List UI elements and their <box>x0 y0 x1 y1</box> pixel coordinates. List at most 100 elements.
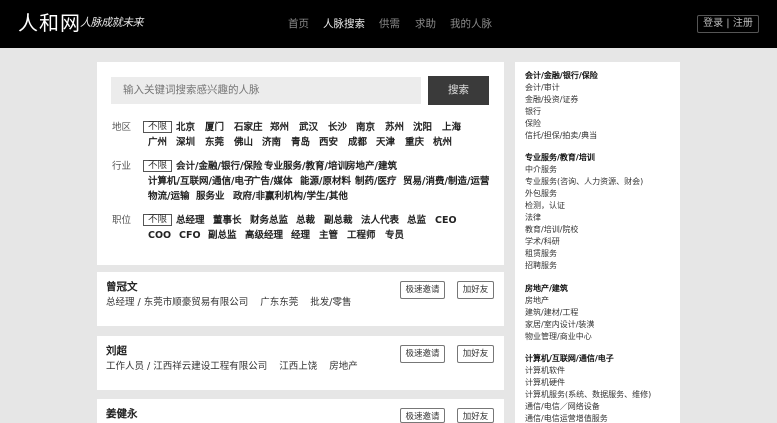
site-logo[interactable]: 人和网 <box>18 11 81 35</box>
sidebar-category-item[interactable]: 计算机服务(系统、数据服务、维修) <box>525 389 651 401</box>
sidebar-category-item[interactable]: 物业管理/商业中心 <box>525 331 592 343</box>
region-option[interactable]: 上海 <box>442 122 461 134</box>
position-option[interactable]: 财务总监 <box>250 215 288 227</box>
region-option[interactable]: 北京 <box>176 122 195 134</box>
region-option[interactable]: 天津 <box>376 137 395 149</box>
add-friend-button[interactable]: 加好友 <box>457 408 494 423</box>
sidebar-category-item[interactable]: 中介服务 <box>525 164 557 176</box>
nav-home[interactable]: 首页 <box>288 17 309 31</box>
sidebar-category-item[interactable]: 专业服务(咨询、人力资源、财会) <box>525 176 643 188</box>
position-option[interactable]: 副总监 <box>208 230 237 242</box>
position-filter-label: 职位 <box>112 215 132 226</box>
position-option[interactable]: CFO <box>179 230 201 242</box>
sidebar-category-item[interactable]: 信托/担保/拍卖/典当 <box>525 130 597 142</box>
region-option[interactable]: 郑州 <box>270 122 289 134</box>
sidebar-category-item[interactable]: 检测，认证 <box>525 200 565 212</box>
sidebar-category-item[interactable]: 计算机硬件 <box>525 377 565 389</box>
sidebar-category-item[interactable]: 租赁服务 <box>525 248 557 260</box>
person-name[interactable]: 刘超 <box>106 345 127 358</box>
industry-option[interactable]: 能源/原材料 <box>300 176 351 188</box>
nav-my-contacts[interactable]: 我的人脉 <box>450 17 492 31</box>
sidebar-category-title[interactable]: 专业服务/教育/培训 <box>525 152 595 164</box>
quick-invite-button[interactable]: 极速邀请 <box>400 281 445 299</box>
industry-option[interactable]: 制药/医疗 <box>355 176 396 188</box>
region-option[interactable]: 长沙 <box>328 122 347 134</box>
industry-option[interactable]: 服务业 <box>196 191 225 203</box>
sidebar-category-item[interactable]: 招聘服务 <box>525 260 557 272</box>
region-option[interactable]: 广州 <box>148 137 167 149</box>
search-button[interactable]: 搜索 <box>428 76 489 105</box>
sidebar-category-item[interactable]: 教育/培训/院校 <box>525 224 578 236</box>
sidebar-category-item[interactable]: 会计/审计 <box>525 82 560 94</box>
region-option[interactable]: 西安 <box>319 137 338 149</box>
position-option[interactable]: 法人代表 <box>361 215 399 227</box>
person-card: 刘超 工作人员 / 江西祥云建设工程有限公司 江西上饶 房地产 极速邀请 加好友 <box>97 336 504 390</box>
industry-option[interactable]: 物流/运输 <box>148 191 189 203</box>
person-card: 姜健永 极速邀请 加好友 <box>97 399 504 423</box>
industry-option[interactable]: 广告/媒体 <box>251 176 292 188</box>
add-friend-button[interactable]: 加好友 <box>457 281 494 299</box>
sidebar-category-item[interactable]: 外包服务 <box>525 188 557 200</box>
region-option[interactable]: 武汉 <box>299 122 318 134</box>
region-any-option[interactable]: 不限 <box>143 121 173 133</box>
sidebar-category-item[interactable]: 通信/电信／网络设备 <box>525 401 600 413</box>
sidebar-category-item[interactable]: 通信/电信运营增值服务 <box>525 413 608 423</box>
industry-option[interactable]: 政府/非赢利机构/学生/其他 <box>233 191 348 203</box>
sidebar-category-item[interactable]: 金融/投资/证券 <box>525 94 578 106</box>
sidebar-category-item[interactable]: 计算机软件 <box>525 365 565 377</box>
region-option[interactable]: 苏州 <box>385 122 404 134</box>
sidebar-category-item[interactable]: 银行 <box>525 106 541 118</box>
position-option[interactable]: 高级经理 <box>245 230 283 242</box>
region-option[interactable]: 佛山 <box>234 137 253 149</box>
industry-option[interactable]: 会计/金融/银行/保险 <box>176 161 262 173</box>
industry-option[interactable]: 房地产/建筑 <box>346 161 397 173</box>
industry-option[interactable]: 专业服务/教育/培训 <box>264 161 347 173</box>
region-option[interactable]: 重庆 <box>405 137 424 149</box>
sidebar-category-item[interactable]: 房地产 <box>525 295 549 307</box>
region-option[interactable]: 东莞 <box>205 137 224 149</box>
person-info: 总经理 / 东莞市顺豪贸易有限公司 广东东莞 批发/零售 <box>106 297 363 309</box>
industry-option[interactable]: 计算机/互联网/通信/电子 <box>148 176 253 188</box>
sidebar-category-title[interactable]: 会计/金融/银行/保险 <box>525 70 598 82</box>
region-option[interactable]: 济南 <box>262 137 281 149</box>
position-option[interactable]: 专员 <box>385 230 404 242</box>
quick-invite-button[interactable]: 极速邀请 <box>400 408 445 423</box>
position-option[interactable]: 工程师 <box>347 230 376 242</box>
person-name[interactable]: 姜健永 <box>106 408 138 421</box>
sidebar-category-item[interactable]: 法律 <box>525 212 541 224</box>
position-any-option[interactable]: 不限 <box>143 214 173 226</box>
region-option[interactable]: 厦门 <box>205 122 224 134</box>
industry-option[interactable]: 贸易/消费/制造/运营 <box>403 176 489 188</box>
region-option[interactable]: 南京 <box>356 122 375 134</box>
industry-any-option[interactable]: 不限 <box>143 160 173 172</box>
quick-invite-button[interactable]: 极速邀请 <box>400 345 445 363</box>
sidebar-category-title[interactable]: 计算机/互联网/通信/电子 <box>525 353 614 365</box>
sidebar-category-item[interactable]: 建筑/建材/工程 <box>525 307 578 319</box>
nav-help[interactable]: 求助 <box>415 17 436 31</box>
person-name[interactable]: 曾冠文 <box>106 281 138 294</box>
sidebar-category-item[interactable]: 学术/科研 <box>525 236 560 248</box>
position-option[interactable]: 副总裁 <box>324 215 353 227</box>
position-option[interactable]: 总监 <box>407 215 426 227</box>
position-option[interactable]: 主管 <box>319 230 338 242</box>
position-option[interactable]: 经理 <box>291 230 310 242</box>
region-option[interactable]: 沈阳 <box>413 122 432 134</box>
position-option[interactable]: CEO <box>435 215 457 227</box>
region-option[interactable]: 深圳 <box>176 137 195 149</box>
sidebar-category-title[interactable]: 房地产/建筑 <box>525 283 568 295</box>
nav-people-search[interactable]: 人脉搜索 <box>323 17 365 31</box>
position-option[interactable]: 总经理 <box>176 215 205 227</box>
region-option[interactable]: 杭州 <box>433 137 452 149</box>
login-register-button[interactable]: 登录 | 注册 <box>697 15 759 33</box>
region-option[interactable]: 青岛 <box>291 137 310 149</box>
position-option[interactable]: 总裁 <box>296 215 315 227</box>
region-option[interactable]: 石家庄 <box>234 122 263 134</box>
add-friend-button[interactable]: 加好友 <box>457 345 494 363</box>
region-option[interactable]: 成都 <box>348 137 367 149</box>
nav-supply-demand[interactable]: 供需 <box>379 17 400 31</box>
search-input[interactable] <box>111 77 421 104</box>
sidebar-category-item[interactable]: 家居/室内设计/装潢 <box>525 319 594 331</box>
position-option[interactable]: 董事长 <box>213 215 242 227</box>
position-option[interactable]: COO <box>148 230 171 242</box>
sidebar-category-item[interactable]: 保险 <box>525 118 541 130</box>
